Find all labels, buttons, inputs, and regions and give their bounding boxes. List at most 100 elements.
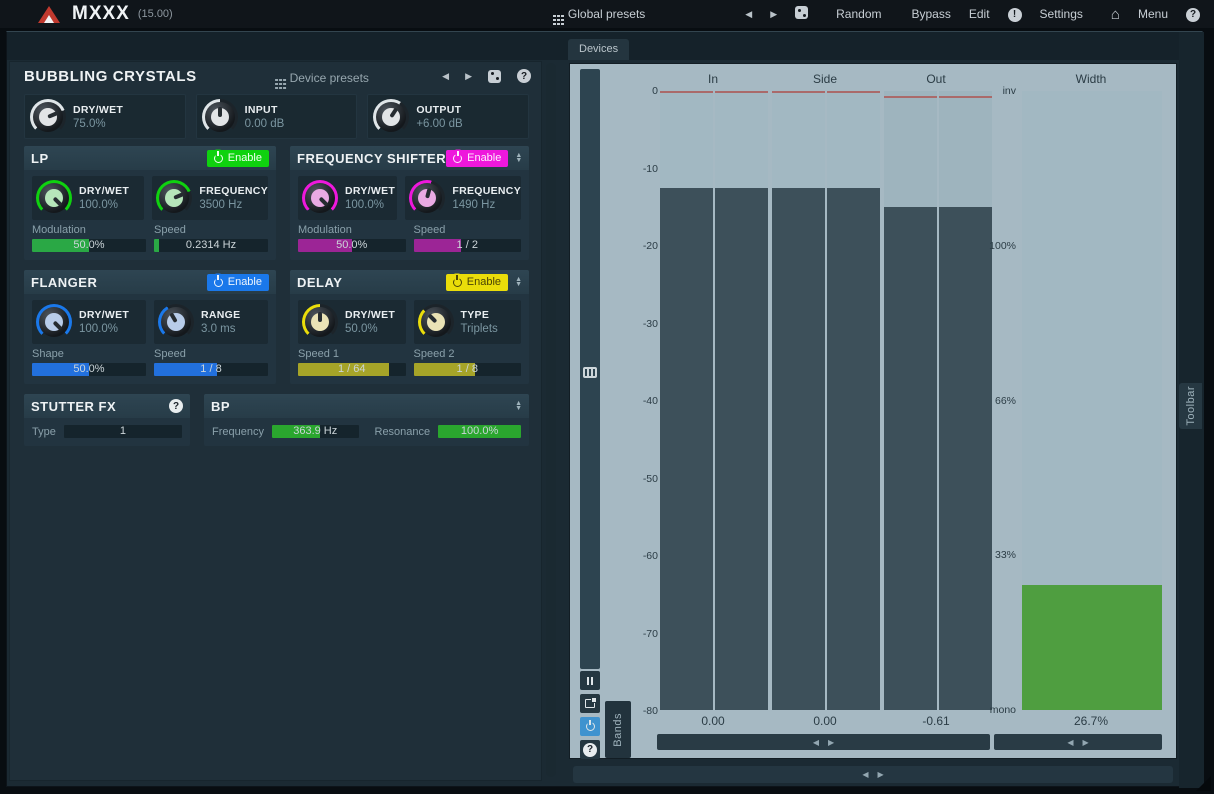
module-stepper[interactable]: ▲▼ xyxy=(515,277,522,288)
module-lp: LP Enable DRY/WET100.0% xyxy=(24,146,276,260)
bottom-scrollbar[interactable]: ◀▶ xyxy=(573,766,1173,783)
tab-devices[interactable]: Devices xyxy=(568,39,629,60)
meter-value-width: 26.7% xyxy=(1074,714,1108,728)
modules-area: LP Enable DRY/WET100.0% xyxy=(24,146,529,456)
fs-dry-wet-knob[interactable] xyxy=(302,180,338,216)
home-icon[interactable]: ⌂ xyxy=(1102,6,1129,23)
meter-power-button[interactable] xyxy=(580,717,600,736)
fs-frequency-knob[interactable] xyxy=(409,180,445,216)
meter-column-out-left[interactable] xyxy=(884,91,937,710)
power-icon xyxy=(586,722,595,731)
flanger-speed-slider[interactable]: 1 / 8 xyxy=(154,363,268,376)
bypass-button[interactable]: Bypass xyxy=(903,7,960,21)
master-input-knob[interactable] xyxy=(202,99,238,135)
popout-button[interactable] xyxy=(580,694,600,713)
resize-handle[interactable] xyxy=(1196,776,1211,791)
master-knob-strip: DRY/WET75.0% INPUT0.00 dB OUTPUT+6.00 dB xyxy=(24,94,529,139)
lp-modulation-slider[interactable]: 50.0% xyxy=(32,239,146,252)
bp-resonance-slider-group: Resonance 100.0% xyxy=(375,425,522,438)
random-button[interactable]: Random xyxy=(827,7,890,21)
master-output-knob[interactable] xyxy=(373,99,409,135)
power-icon xyxy=(214,278,223,287)
meter-column-side-left[interactable] xyxy=(772,91,825,710)
meter-column-side-right[interactable] xyxy=(827,91,880,710)
delay-dry-wet-knob[interactable] xyxy=(302,304,338,340)
flanger-range-group: RANGE3.0 ms xyxy=(154,300,268,344)
power-icon xyxy=(453,278,462,287)
bp-resonance-slider[interactable]: 100.0% xyxy=(438,425,521,438)
fs-modulation-slider[interactable]: 50.0% xyxy=(298,239,406,252)
flanger-dry-wet-knob[interactable] xyxy=(36,304,72,340)
delay-speed2-slider[interactable]: 1 / 8 xyxy=(414,363,522,376)
meter-column-in-right[interactable] xyxy=(715,91,768,710)
module-frequency-shifter: FREQUENCY SHIFTER Enable ▲▼ DRY/WET100 xyxy=(290,146,529,260)
presets-grid-icon xyxy=(553,15,556,18)
device-prev-preset-button[interactable]: ◀ xyxy=(442,71,449,82)
meter-value-in: 0.00 xyxy=(701,714,724,728)
lp-frequency-knob[interactable] xyxy=(156,180,192,216)
lp-enable-button[interactable]: Enable xyxy=(207,150,269,167)
tab-toolbar[interactable]: Toolbar xyxy=(1179,383,1202,429)
analyzer-collapsed-strip[interactable] xyxy=(580,69,600,669)
previous-preset-button[interactable]: ◀ xyxy=(736,9,761,20)
device-random-dice-icon[interactable] xyxy=(488,70,501,83)
device-panel-scrollbar[interactable] xyxy=(546,63,556,777)
bp-frequency-slider[interactable]: 363.9 Hz xyxy=(272,425,359,438)
lp-speed-slider[interactable]: 0.2314 Hz xyxy=(154,239,268,252)
device-presets-button[interactable]: Device presets xyxy=(275,71,369,85)
delay-speed1-slider[interactable]: 1 / 64 xyxy=(298,363,406,376)
device-panel: BUBBLING CRYSTALS Device presets ◀ ▶ ? D… xyxy=(9,61,542,781)
help-icon[interactable]: ? xyxy=(1177,6,1214,22)
fs-speed-slider[interactable]: 1 / 2 xyxy=(414,239,522,252)
module-stutter-fx: STUTTER FX ? Type 1 xyxy=(24,394,190,446)
fs-frequency-group: FREQUENCY1490 Hz xyxy=(405,176,521,220)
db-scale: 0-10 -20-30 -40-50 -60-70 -80 xyxy=(600,85,658,717)
delay-type-knob[interactable] xyxy=(418,304,454,340)
menu-button[interactable]: Menu xyxy=(1129,7,1177,21)
delay-enable-button[interactable]: Enable xyxy=(446,274,508,291)
bp-frequency-slider-group: Frequency 363.9 Hz xyxy=(212,425,359,438)
device-preset-name: BUBBLING CRYSTALS xyxy=(24,68,197,85)
lp-dry-wet-knob[interactable] xyxy=(36,180,72,216)
flanger-shape-slider[interactable]: 50.0% xyxy=(32,363,146,376)
module-delay: DELAY Enable ▲▼ DRY/WET50.0% xyxy=(290,270,529,384)
master-output-group: OUTPUT+6.00 dB xyxy=(367,94,529,139)
master-dry-wet-knob[interactable] xyxy=(30,99,66,135)
width-meter-fill xyxy=(1022,585,1162,710)
level-meters xyxy=(660,91,994,710)
fs-modulation-slider-group: Modulation 50.0% xyxy=(298,224,406,252)
next-preset-button[interactable]: ▶ xyxy=(761,9,786,20)
fs-speed-slider-group: Speed 1 / 2 xyxy=(414,224,522,252)
edit-button[interactable]: Edit xyxy=(960,7,999,21)
flanger-dry-wet-group: DRY/WET100.0% xyxy=(32,300,146,344)
lp-modulation-slider-group: Modulation 50.0% xyxy=(32,224,146,252)
width-meter[interactable] xyxy=(1022,91,1162,710)
device-next-preset-button[interactable]: ▶ xyxy=(465,71,472,82)
random-preset-dice-icon[interactable] xyxy=(786,6,817,22)
module-title: STUTTER FX xyxy=(31,399,116,414)
app-name: MXXX xyxy=(72,3,130,25)
meter-column-in-left[interactable] xyxy=(660,91,713,710)
stutter-help-icon[interactable]: ? xyxy=(169,399,183,413)
device-help-icon[interactable]: ? xyxy=(517,69,531,83)
width-scrollbar[interactable]: ◀▶ xyxy=(994,734,1162,750)
flanger-shape-slider-group: Shape 50.0% xyxy=(32,348,146,376)
delay-speed1-slider-group: Speed 1 1 / 64 xyxy=(298,348,406,376)
module-stepper[interactable]: ▲▼ xyxy=(515,401,522,412)
module-stepper[interactable]: ▲▼ xyxy=(515,153,522,164)
settings-button[interactable]: Settings xyxy=(1031,7,1092,21)
flanger-range-knob[interactable] xyxy=(158,304,194,340)
stutter-type-slider[interactable]: 1 xyxy=(64,425,182,438)
flanger-enable-button[interactable]: Enable xyxy=(207,274,269,291)
alert-icon[interactable]: ! xyxy=(999,6,1031,22)
power-icon xyxy=(453,154,462,163)
frequency-shifter-enable-button[interactable]: Enable xyxy=(446,150,508,167)
meter-label-width: Width xyxy=(1076,72,1107,86)
mxxx-plugin-window: MXXX (15.00) Global presets ◀ ▶ Random B… xyxy=(0,0,1214,794)
pause-button[interactable] xyxy=(580,671,600,690)
meter-help-button[interactable]: ? xyxy=(580,740,600,759)
meter-panel: ? Bands In Side Out Width 0-10 -20-30 -4… xyxy=(569,63,1177,759)
global-presets-button[interactable]: Global presets xyxy=(544,7,654,21)
meters-scrollbar[interactable]: ◀▶ xyxy=(657,734,990,750)
module-title: BP xyxy=(211,399,230,414)
